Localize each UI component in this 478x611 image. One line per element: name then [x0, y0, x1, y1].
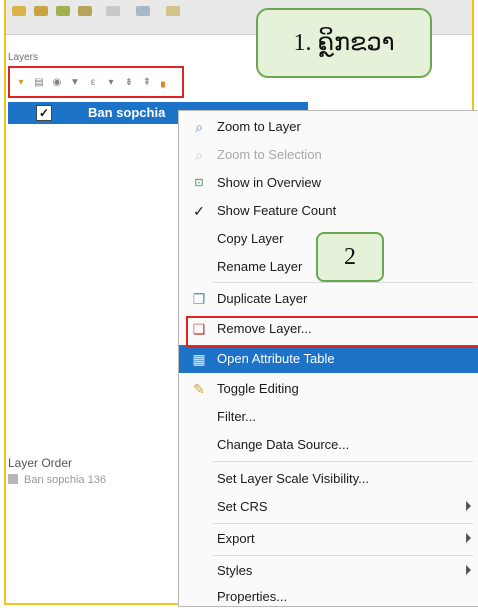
menu-item-label: Set Layer Scale Visibility...	[217, 471, 369, 486]
expand-all-icon[interactable]: ▾	[106, 78, 116, 88]
menu-separator	[213, 555, 473, 556]
menu-item-styles[interactable]: Styles	[179, 557, 478, 585]
menu-item-label: Styles	[217, 563, 253, 578]
layer-order-item-label: Ban sopchia 136	[24, 474, 106, 486]
check-icon: ✓	[193, 203, 205, 219]
menu-separator	[213, 461, 473, 462]
overview-icon: ⊡	[194, 177, 204, 189]
toolbar-icon[interactable]	[34, 6, 48, 16]
menu-item-label: Properties...	[217, 589, 288, 604]
menu-item-label: Show in Overview	[217, 175, 322, 190]
step2-callout: 2	[316, 232, 384, 282]
layer-context-menu: ⌕ Zoom to Layer ⌕ Zoom to Selection ⊡ Sh…	[178, 110, 478, 607]
open-styling-icon[interactable]: ▾	[16, 78, 26, 88]
menu-item-label: Open Attribute Table	[217, 351, 335, 366]
toolbar-icon[interactable]	[78, 6, 92, 16]
layer-visibility-checkbox[interactable]: ✓	[36, 105, 52, 121]
layer-name: Ban sopchia	[88, 105, 166, 120]
toolbar-icon[interactable]	[12, 6, 26, 16]
menu-item-label: Show Feature Count	[217, 203, 337, 218]
menu-item-label: Zoom to Selection	[217, 147, 322, 162]
menu-item-label: Set CRS	[217, 499, 268, 514]
add-group-icon[interactable]: ▤	[34, 78, 44, 88]
menu-item-change-data-source[interactable]: Change Data Source...	[179, 431, 478, 459]
menu-item-export[interactable]: Export	[179, 525, 478, 553]
step1-callout: 1. ຄຼິກຂວາ	[256, 8, 432, 78]
toolbar-icon[interactable]	[166, 6, 180, 16]
menu-item-label: Rename Layer	[217, 259, 303, 274]
menu-item-filter[interactable]: Filter...	[179, 403, 478, 431]
layer-order-title: Layer Order	[8, 456, 73, 470]
menu-item-show-feature-count[interactable]: ✓ Show Feature Count	[179, 197, 478, 225]
remove-layer-toolbar-icon[interactable]: ▖	[160, 78, 170, 88]
menu-item-zoom-to-selection[interactable]: ⌕ Zoom to Selection	[179, 141, 478, 169]
toolbar-icon[interactable]	[136, 6, 150, 16]
polygon-layer-icon	[8, 474, 18, 484]
menu-item-zoom-to-layer[interactable]: ⌕ Zoom to Layer	[179, 113, 478, 141]
remove-layer-highlight-box	[186, 316, 478, 348]
submenu-arrow-icon	[466, 501, 471, 511]
filter-legend-icon[interactable]: ▼	[70, 78, 80, 88]
menu-item-label: Export	[217, 531, 255, 546]
collapse-all-icon[interactable]: ⇟	[124, 78, 134, 88]
manage-map-themes-icon[interactable]: ◉	[52, 78, 62, 88]
move-up-icon[interactable]: ⇞	[142, 78, 152, 88]
menu-item-label: Duplicate Layer	[217, 291, 308, 306]
menu-separator	[213, 523, 473, 524]
menu-item-set-layer-scale-visibility[interactable]: Set Layer Scale Visibility...	[179, 465, 478, 493]
menu-separator	[213, 282, 473, 283]
menu-item-show-in-overview[interactable]: ⊡ Show in Overview	[179, 169, 478, 197]
menu-item-label: Zoom to Layer	[217, 119, 301, 134]
menu-item-duplicate-layer[interactable]: ❐ Duplicate Layer	[179, 285, 478, 313]
menu-item-label: Change Data Source...	[217, 437, 350, 452]
zoom-selection-icon: ⌕	[195, 147, 203, 163]
submenu-arrow-icon	[466, 533, 471, 543]
zoom-layer-icon: ⌕	[195, 119, 203, 135]
menu-item-toggle-editing[interactable]: ✎ Toggle Editing	[179, 375, 478, 403]
menu-item-set-crs[interactable]: Set CRS	[179, 493, 478, 521]
submenu-arrow-icon	[466, 565, 471, 575]
menu-item-label: Filter...	[217, 409, 257, 424]
table-icon: ▦	[192, 351, 206, 367]
pencil-icon: ✎	[193, 381, 205, 397]
menu-item-open-attribute-table[interactable]: ▦ Open Attribute Table	[179, 345, 478, 373]
layers-panel-title: Layers	[8, 52, 39, 63]
layers-toolbar: ▾ ▤ ◉ ▼ ε ▾ ⇟ ⇞ ▖	[8, 66, 184, 98]
menu-item-label: Toggle Editing	[217, 381, 299, 396]
menu-item-label: Copy Layer	[217, 231, 284, 246]
filter-expression-icon[interactable]: ε	[88, 78, 98, 88]
duplicate-icon: ❐	[192, 291, 206, 307]
toolbar-icon[interactable]	[106, 6, 120, 16]
layer-order-item[interactable]: Ban sopchia 136	[8, 474, 106, 486]
toolbar-icon[interactable]	[56, 6, 70, 16]
